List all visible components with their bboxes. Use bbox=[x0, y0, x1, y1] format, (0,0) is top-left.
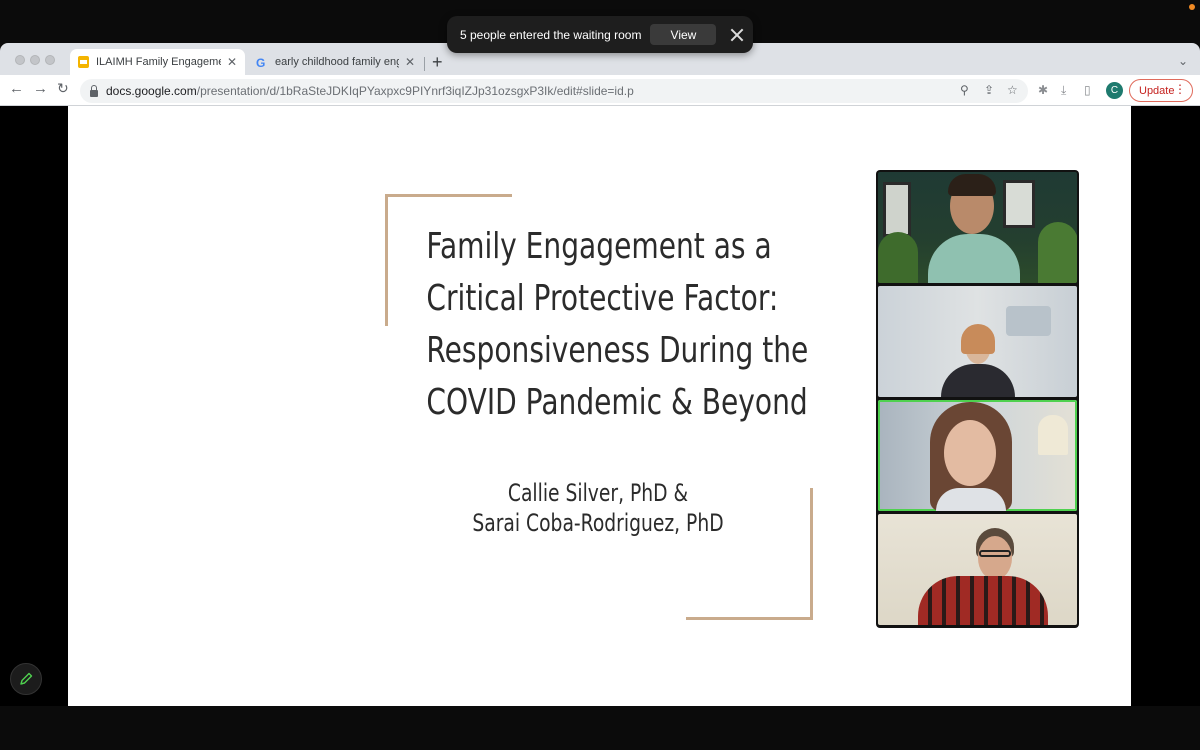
participant-hair bbox=[961, 324, 995, 354]
address-bar[interactable]: docs.google.com/presentation/d/1bRaSteJD… bbox=[80, 79, 1028, 103]
bookmark-star-icon[interactable]: ☆ bbox=[1007, 83, 1018, 97]
update-button[interactable]: Update ⋮ bbox=[1129, 79, 1193, 102]
profile-avatar[interactable]: C bbox=[1106, 82, 1123, 99]
pen-icon bbox=[20, 672, 33, 685]
close-icon[interactable] bbox=[730, 28, 744, 42]
notification-message: 5 people entered the waiting room bbox=[460, 27, 642, 42]
browser-toolbar: ← → ↻ docs.google.com/presentation/d/1bR… bbox=[0, 75, 1200, 106]
slide-title-line: Responsiveness During the bbox=[426, 330, 809, 371]
tab-search-chevron-icon[interactable]: ⌄ bbox=[1178, 54, 1188, 68]
google-slides-icon bbox=[78, 56, 89, 68]
url-host: docs.google.com bbox=[106, 84, 197, 98]
window-background bbox=[1003, 180, 1035, 228]
video-tile-participant-3[interactable] bbox=[878, 400, 1077, 511]
participant-body bbox=[918, 576, 1048, 625]
window-minimize-button[interactable] bbox=[30, 55, 40, 65]
google-icon: G bbox=[256, 56, 266, 70]
video-tile-participant-2[interactable] bbox=[878, 286, 1077, 397]
back-arrow-icon[interactable]: ← bbox=[9, 80, 24, 97]
tab-separator bbox=[424, 57, 425, 71]
video-tile-participant-4[interactable] bbox=[878, 514, 1077, 625]
window-background bbox=[883, 182, 911, 237]
slide-canvas: Family Engagement as a Critical Protecti… bbox=[68, 106, 1131, 706]
participant-face bbox=[944, 420, 996, 486]
extensions-icon[interactable]: ✱ bbox=[1038, 83, 1048, 97]
slide-title-line: COVID Pandemic & Beyond bbox=[426, 382, 808, 423]
plant-background bbox=[878, 232, 918, 283]
share-icon[interactable]: ⇪ bbox=[984, 83, 994, 97]
more-options-icon[interactable]: ⋮ bbox=[1174, 82, 1186, 96]
window-close-button[interactable] bbox=[15, 55, 25, 65]
recording-indicator bbox=[1189, 4, 1195, 10]
participant-glasses bbox=[979, 550, 1011, 557]
tab-close-icon[interactable]: ✕ bbox=[405, 55, 415, 69]
side-panel-icon[interactable]: ▯ bbox=[1084, 83, 1091, 97]
participant-body bbox=[941, 364, 1015, 397]
plant-background bbox=[1038, 222, 1077, 283]
new-tab-icon[interactable]: + bbox=[432, 52, 443, 73]
frame-right-edge bbox=[810, 488, 813, 620]
video-gallery bbox=[876, 170, 1079, 628]
frame-left-edge bbox=[385, 194, 388, 326]
author-line: Sarai Coba-Rodriguez, PhD bbox=[472, 509, 724, 537]
screen: 5 people entered the waiting room View I… bbox=[0, 0, 1200, 750]
tab-title: ILAIMH Family Engagement Se bbox=[96, 56, 221, 68]
forward-arrow-icon[interactable]: → bbox=[33, 80, 48, 97]
participant-hair bbox=[948, 174, 996, 196]
tab-close-icon[interactable]: ✕ bbox=[227, 55, 237, 69]
presentation-viewport: Family Engagement as a Critical Protecti… bbox=[0, 106, 1200, 706]
lock-icon bbox=[90, 84, 98, 97]
frame-top-edge bbox=[385, 194, 512, 197]
participant-body bbox=[936, 488, 1006, 511]
annotate-pen-button[interactable] bbox=[10, 663, 42, 695]
author-line: Callie Silver, PhD & bbox=[507, 479, 689, 507]
download-icon[interactable]: ⤓ bbox=[1061, 83, 1066, 98]
url-path: /presentation/d/1bRaSteJDKIqPYaxpxc9PIYn… bbox=[196, 84, 634, 98]
waiting-room-notification: 5 people entered the waiting room View bbox=[447, 16, 753, 53]
tab-search[interactable]: G early childhood family engagem ✕ bbox=[248, 49, 423, 75]
lamp-background bbox=[1038, 415, 1068, 455]
frame-bottom-edge bbox=[686, 617, 813, 620]
view-waiting-room-button[interactable]: View bbox=[650, 24, 717, 45]
frame-background bbox=[1006, 306, 1051, 336]
update-label: Update bbox=[1139, 84, 1175, 97]
slide-title-line: Family Engagement as a bbox=[426, 226, 772, 267]
tab-slides[interactable]: ILAIMH Family Engagement Se ✕ bbox=[70, 49, 245, 75]
reload-icon[interactable]: ↻ bbox=[57, 80, 69, 97]
slide-title-line: Critical Protective Factor: bbox=[426, 278, 779, 319]
window-zoom-button[interactable] bbox=[45, 55, 55, 65]
video-tile-participant-1[interactable] bbox=[878, 172, 1077, 283]
zoom-icon[interactable]: ⚲ bbox=[960, 83, 969, 97]
slide-authors: Callie Silver, PhD & Sarai Coba-Rodrigue… bbox=[465, 478, 730, 538]
tab-title: early childhood family engagem bbox=[275, 56, 399, 68]
slide-title: Family Engagement as a Critical Protecti… bbox=[426, 221, 809, 429]
participant-scarf bbox=[928, 234, 1020, 283]
participant-face bbox=[978, 536, 1012, 580]
